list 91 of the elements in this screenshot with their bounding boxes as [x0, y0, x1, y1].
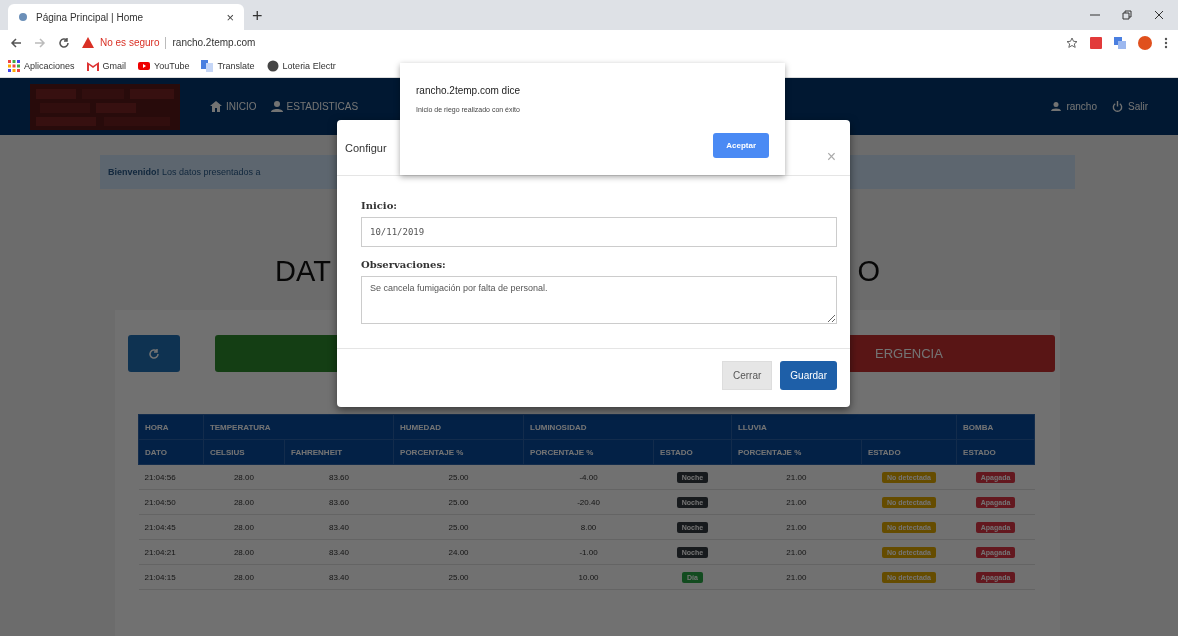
- close-icon[interactable]: [1154, 10, 1164, 20]
- modal-title: Configur: [345, 141, 387, 154]
- table-cell: 25.00: [393, 489, 524, 515]
- column-header: ESTADO: [861, 439, 957, 465]
- back-icon[interactable]: [10, 36, 22, 49]
- extension-icon[interactable]: [1090, 36, 1102, 49]
- logout-link[interactable]: Salir: [1128, 101, 1148, 112]
- column-header: ESTADO: [956, 439, 1035, 465]
- warning-icon: [82, 37, 94, 48]
- notes-field[interactable]: Se cancela fumigación por falta de personal.: [361, 276, 837, 324]
- column-header: FAHRENHEIT: [284, 439, 394, 465]
- refresh-icon: [148, 347, 160, 360]
- security-label[interactable]: No es seguro: [100, 37, 160, 48]
- close-tab-button[interactable]: ×: [226, 9, 234, 25]
- column-header: PORCENTAJE %: [393, 439, 524, 465]
- table-cell: 25.00: [393, 514, 524, 540]
- url-text[interactable]: rancho.2temp.com: [172, 37, 256, 48]
- table-cell: 28.00: [203, 464, 285, 490]
- column-header: CELSIUS: [203, 439, 285, 465]
- table-cell: 21:04:50: [138, 489, 204, 515]
- table-cell: -4.00: [523, 464, 654, 490]
- home-icon: [210, 101, 222, 112]
- table-cell: 28.00: [203, 539, 285, 565]
- table-cell: 21:04:56: [138, 464, 204, 490]
- table-cell: 28.00: [203, 514, 285, 540]
- table-cell: -1.00: [523, 539, 654, 565]
- video-icon: [138, 60, 151, 72]
- table-cell: 21:04:45: [138, 514, 204, 540]
- table-cell: 28.00: [203, 489, 285, 515]
- alert-title: rancho.2temp.com dice: [416, 85, 521, 96]
- column-header: PORCENTAJE %: [731, 439, 862, 465]
- date-field[interactable]: 10/11/2019: [361, 217, 837, 247]
- page-heading: O: [857, 255, 880, 288]
- apps-icon: [8, 60, 20, 72]
- table-cell: 21.00: [731, 464, 862, 490]
- power-icon: [1112, 101, 1123, 112]
- table-cell: 21:04:15: [138, 564, 204, 590]
- table-cell: 83.40: [284, 514, 394, 540]
- user-link[interactable]: rancho: [1066, 101, 1097, 112]
- column-group-header: HORA: [138, 414, 204, 440]
- tab-title[interactable]: Página Principal | Home: [36, 11, 219, 23]
- column-header: DATO: [138, 439, 204, 465]
- column-header: PORCENTAJE %: [523, 439, 654, 465]
- table-cell: 25.00: [393, 564, 524, 590]
- user-icon: [270, 101, 283, 112]
- user-icon: [1051, 101, 1062, 112]
- column-header: ESTADO: [653, 439, 732, 465]
- reload-icon[interactable]: [58, 36, 70, 49]
- bookmark-link[interactable]: Loteria Electr: [282, 61, 336, 71]
- star-icon[interactable]: [1066, 36, 1078, 49]
- column-group-header: HUMEDAD: [393, 414, 524, 440]
- cancel-button[interactable]: Cerrar: [721, 361, 773, 390]
- column-group-header: TEMPERATURA: [203, 414, 394, 440]
- table-cell: 24.00: [393, 539, 524, 565]
- mail-icon: [86, 60, 99, 72]
- table-cell: 25.00: [393, 464, 524, 490]
- bookmark-link[interactable]: YouTube: [154, 61, 190, 71]
- table-cell: 8.00: [523, 514, 654, 540]
- avatar-icon[interactable]: [1138, 35, 1152, 50]
- table-cell: 21.00: [731, 514, 862, 540]
- translate-icon: [201, 60, 214, 72]
- table-cell: 28.00: [203, 564, 285, 590]
- globe-icon: [18, 12, 28, 22]
- table-cell: 21:04:21: [138, 539, 204, 565]
- column-group-header: LLUVIA: [731, 414, 957, 440]
- bookmark-link[interactable]: Gmail: [102, 61, 127, 71]
- table-cell: 21.00: [731, 564, 862, 590]
- new-tab-button[interactable]: +: [252, 6, 263, 27]
- page-heading: DAT: [275, 255, 331, 288]
- translate-icon[interactable]: [1114, 36, 1126, 49]
- field-label: Inicio:: [361, 200, 398, 211]
- table-cell: -20.40: [523, 489, 654, 515]
- globe-icon: [266, 60, 279, 72]
- table-cell: 21.00: [731, 539, 862, 565]
- bookmark-link[interactable]: Translate: [217, 61, 255, 71]
- table-cell: 83.60: [284, 489, 394, 515]
- table-cell: 83.40: [284, 539, 394, 565]
- menu-icon[interactable]: [1164, 36, 1168, 49]
- save-button[interactable]: Guardar: [780, 361, 837, 390]
- table-cell: 83.40: [284, 564, 394, 590]
- field-label: Observaciones:: [361, 259, 447, 270]
- restore-icon[interactable]: [1122, 10, 1132, 20]
- table-cell: 83.60: [284, 464, 394, 490]
- welcome-text: Bienvenido! Los datos presentados a: [108, 167, 261, 177]
- column-group-header: LUMINOSIDAD: [523, 414, 732, 440]
- nav-link[interactable]: INICIO: [226, 101, 257, 112]
- table-cell: 10.00: [523, 564, 654, 590]
- column-group-header: BOMBA: [956, 414, 1035, 440]
- bookmark-link[interactable]: Aplicaciones: [24, 61, 75, 71]
- nav-link[interactable]: ESTADISTICAS: [286, 101, 359, 112]
- table-cell: 21.00: [731, 489, 862, 515]
